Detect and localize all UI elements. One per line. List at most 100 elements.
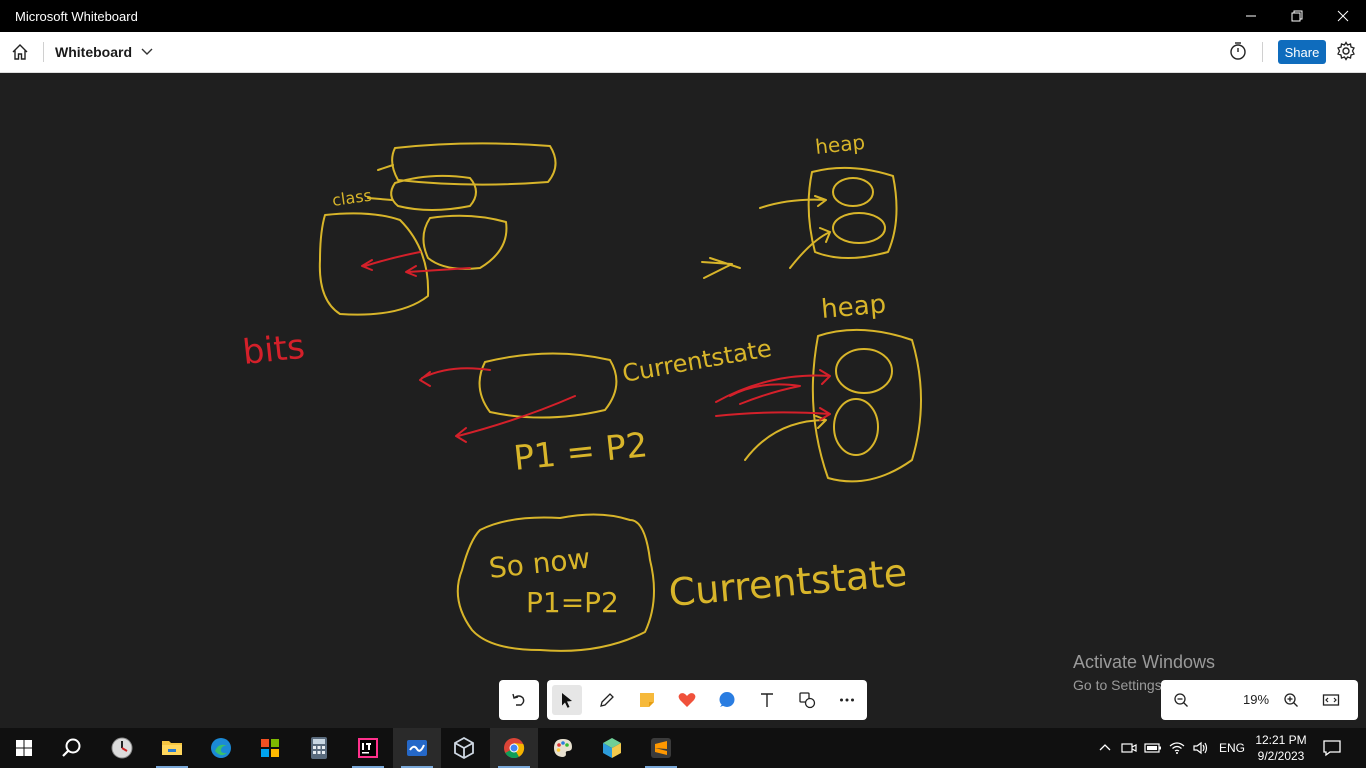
notification-icon[interactable] (1322, 738, 1342, 758)
gear-icon[interactable] (1336, 41, 1356, 61)
heap-label: heap (814, 130, 866, 159)
whiteboard-app-icon (407, 740, 427, 756)
taskbar-app-clock[interactable] (98, 728, 146, 768)
taskbar-app-chrome[interactable] (490, 728, 538, 768)
heap-label: heap (820, 289, 887, 325)
cursor-icon (562, 693, 572, 708)
zoom-in-icon (1284, 693, 1298, 707)
clock-date: 9/2/2023 (1257, 749, 1305, 763)
minimize-button[interactable] (1228, 0, 1274, 32)
text-tool[interactable] (752, 685, 782, 715)
search-icon (62, 738, 81, 757)
chevron-up-icon (1099, 744, 1111, 751)
taskbar-app-intellij[interactable] (344, 728, 392, 768)
minimize-icon (1246, 15, 1256, 17)
class-label: class (331, 186, 373, 210)
share-button[interactable]: Share (1278, 40, 1326, 64)
more-icon (840, 698, 854, 702)
current-state-label: Currentstate (667, 550, 909, 615)
restore-button[interactable] (1274, 0, 1320, 32)
board-title[interactable]: Whiteboard (55, 44, 132, 60)
app-header: Whiteboard Share (0, 32, 1366, 73)
bits-label: bits (241, 327, 307, 373)
so-now-equation: P1=P2 (526, 586, 619, 619)
current-state-label: Currentstate (620, 334, 774, 388)
fit-screen-icon (1322, 694, 1340, 706)
taskbar-app-paint[interactable] (539, 728, 587, 768)
wifi-tray-button[interactable] (1166, 728, 1188, 768)
restore-icon (1291, 10, 1303, 22)
calculator-icon (311, 737, 327, 759)
camera-tray-button[interactable] (1118, 728, 1140, 768)
taskbar-app-whiteboard[interactable] (393, 728, 441, 768)
speaker-icon (1193, 741, 1208, 755)
zoom-in-button[interactable] (1281, 690, 1301, 710)
chevron-down-icon[interactable] (140, 45, 154, 59)
edge-icon (211, 738, 231, 758)
undo-button[interactable] (499, 680, 539, 720)
taskbar-app-store[interactable] (246, 728, 294, 768)
taskbar: ENG 12:21 PM 9/2/2023 (0, 728, 1366, 768)
ink-toolbar (547, 680, 867, 720)
divider (43, 42, 44, 62)
divider (1262, 42, 1263, 62)
store-icon (261, 739, 279, 757)
chrome-icon (504, 738, 525, 759)
chat-bubble-icon (719, 692, 735, 707)
shapes-tool[interactable] (792, 685, 822, 715)
more-tools-button[interactable] (832, 685, 862, 715)
activation-title: Activate Windows (1073, 652, 1216, 672)
sublime-icon (651, 738, 671, 758)
timer-icon[interactable] (1228, 41, 1248, 61)
clock-time: 12:21 PM (1255, 733, 1307, 747)
camera-icon (1121, 743, 1137, 753)
taskbar-app-calculator[interactable] (295, 728, 343, 768)
home-icon (12, 44, 28, 60)
text-icon (761, 693, 773, 707)
battery-tray-button[interactable] (1142, 728, 1164, 768)
taskbar-app-edge[interactable] (197, 728, 245, 768)
close-icon (1337, 10, 1349, 22)
shapes-icon (799, 692, 816, 709)
taskbar-app-3d-viewer[interactable] (588, 728, 636, 768)
clock[interactable]: 12:21 PM 9/2/2023 (1250, 732, 1312, 764)
close-button[interactable] (1320, 0, 1366, 32)
heart-icon (678, 693, 696, 707)
comment-tool[interactable] (712, 685, 742, 715)
home-button[interactable] (8, 40, 32, 64)
undo-icon (512, 693, 525, 706)
taskbar-app-sublime-text[interactable] (637, 728, 685, 768)
zoom-out-icon (1174, 693, 1188, 707)
reactions-tool[interactable] (672, 685, 702, 715)
start-button[interactable] (0, 728, 48, 768)
window-title: Microsoft Whiteboard (15, 9, 138, 24)
title-bar: Microsoft Whiteboard (0, 0, 1366, 32)
whiteboard-canvas[interactable]: heap heap class Currentstate Currentstat… (0, 73, 1366, 727)
sticky-note-tool[interactable] (632, 685, 662, 715)
taskbar-app-file-explorer[interactable] (148, 728, 196, 768)
battery-icon (1144, 743, 1161, 753)
ink-drawing: heap heap class Currentstate Currentstat… (241, 130, 922, 652)
zoom-bar: 19% (1161, 680, 1358, 720)
select-tool[interactable] (552, 685, 582, 715)
fit-to-screen-button[interactable] (1321, 690, 1341, 710)
volume-tray-button[interactable] (1190, 728, 1212, 768)
intellij-icon (358, 738, 378, 758)
zoom-out-button[interactable] (1171, 690, 1191, 710)
input-language[interactable]: ENG (1219, 741, 1245, 755)
virtualbox-icon (454, 736, 474, 760)
wifi-icon (1169, 742, 1185, 754)
show-hidden-icons-button[interactable] (1094, 728, 1116, 768)
folder-icon (162, 741, 182, 755)
equality-label: P1 = P2 (512, 425, 650, 479)
sticky-note-icon (640, 693, 654, 707)
windows-icon (16, 740, 32, 756)
pen-icon (600, 693, 614, 707)
taskbar-app-virtualbox[interactable] (440, 728, 488, 768)
search-button[interactable] (48, 728, 96, 768)
paint-palette-icon (554, 739, 572, 757)
so-now-label: So now (487, 542, 591, 585)
clock-app-icon (111, 737, 133, 759)
cube-icon (603, 738, 621, 758)
pen-tool[interactable] (592, 685, 622, 715)
